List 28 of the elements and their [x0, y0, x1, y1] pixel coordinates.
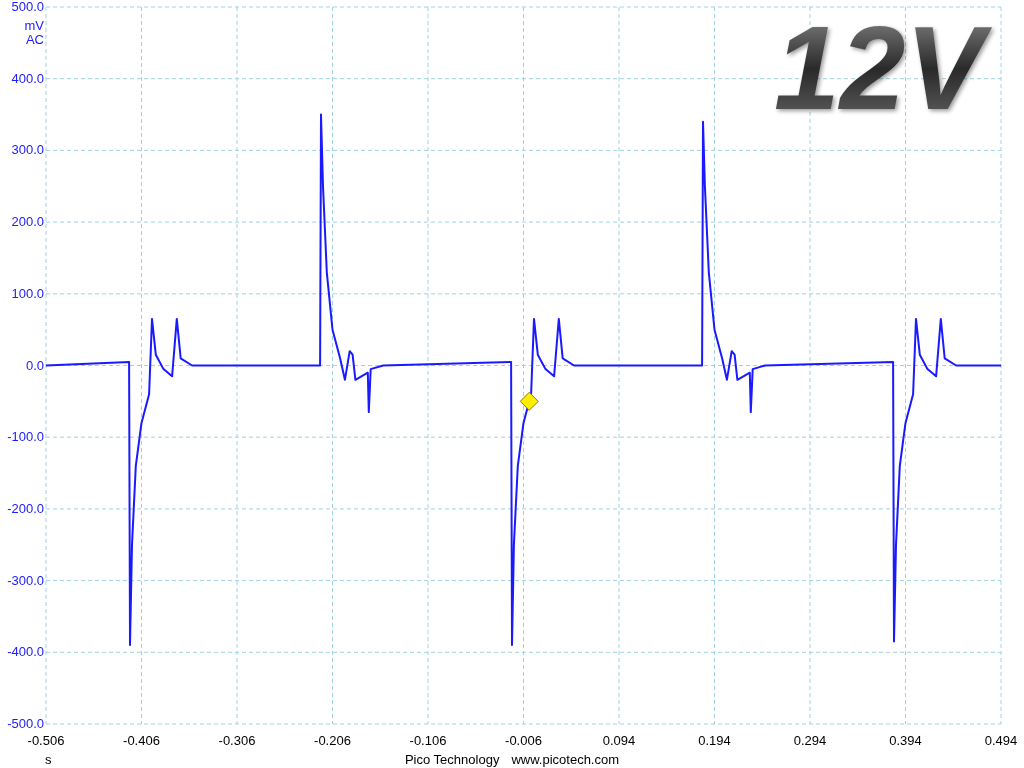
axis-unit: s: [45, 753, 52, 766]
tick-label: 0.394: [889, 734, 922, 747]
tick-label: -0.106: [409, 734, 447, 747]
website-link[interactable]: www.picotech.com: [511, 753, 620, 766]
company-name: Pico Technology: [404, 753, 500, 766]
tick-label: -0.306: [218, 734, 256, 747]
tick-label: 0.094: [602, 734, 636, 747]
tick-label: 0.0: [25, 358, 44, 372]
tick-label: -0.206: [314, 734, 351, 747]
tick-label: 0.294: [793, 734, 827, 747]
tick-label: 400.0: [11, 71, 44, 85]
trigger-marker-icon[interactable]: [519, 391, 539, 411]
tick-label: -0.006: [505, 734, 542, 747]
tick-label: 100.0: [11, 286, 44, 300]
tick-label: 200.0: [11, 215, 44, 229]
tick-label: 0.194: [698, 734, 731, 747]
tick-label: -500.0: [7, 717, 44, 730]
axis-unit: mV: [24, 19, 44, 32]
tick-label: -100.0: [7, 430, 44, 444]
tick-label: 300.0: [11, 143, 44, 157]
tick-label: -300.0: [7, 573, 44, 587]
tick-label: -0.406: [123, 734, 160, 747]
tick-label: -0.506: [27, 734, 65, 747]
tick-label: -400.0: [7, 645, 44, 659]
tick-label: 500.0: [11, 0, 44, 13]
tick-label: -200.0: [7, 501, 44, 515]
tick-label: 0.494: [984, 734, 1018, 747]
coupling-label: AC: [25, 33, 44, 46]
